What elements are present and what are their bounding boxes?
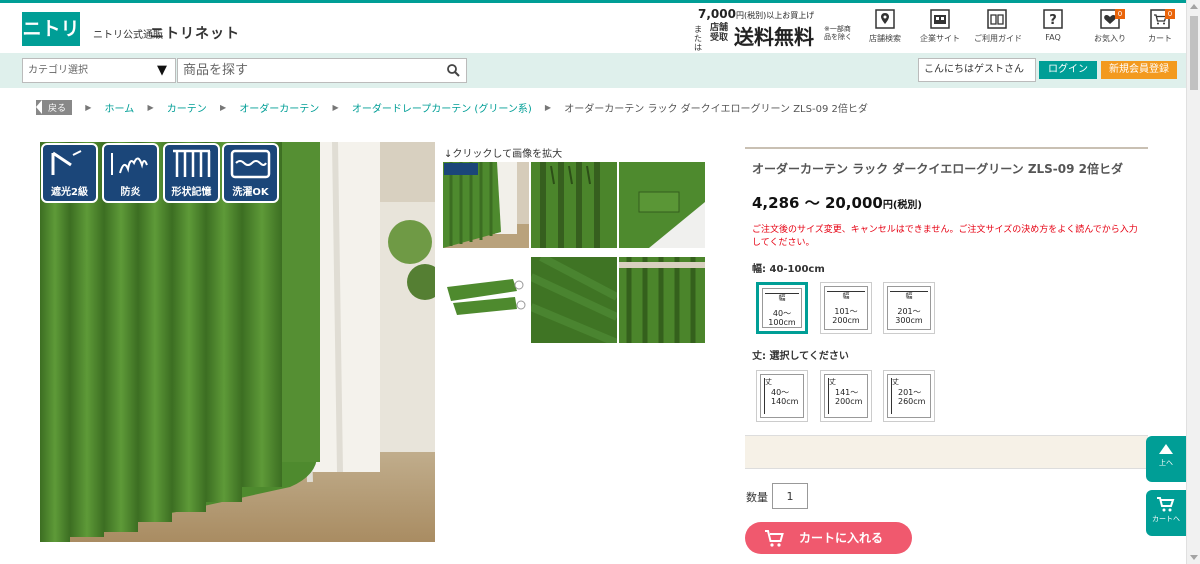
dropdown-arrow-icon: ▼ bbox=[157, 63, 167, 78]
length-option-141-200[interactable]: 丈 141～ 200cm bbox=[820, 370, 872, 422]
chevron-right-icon: ▶ bbox=[85, 103, 92, 112]
thumbnail-4[interactable] bbox=[443, 257, 529, 343]
chevron-right-icon: ▶ bbox=[147, 103, 154, 112]
product-price: 4,286 ～ 20,000円(税別) bbox=[752, 194, 922, 212]
thumbnail-2[interactable] bbox=[531, 162, 617, 248]
width-head: 幅 bbox=[890, 291, 928, 300]
search-input[interactable] bbox=[178, 59, 428, 82]
blackout-level2-icon: 遮光2級 bbox=[41, 143, 98, 203]
category-select[interactable]: カテゴリ選択 ▼ bbox=[22, 58, 176, 83]
guest-greeting: こんにちはゲストさん bbox=[918, 58, 1036, 82]
quantity-box bbox=[772, 483, 808, 509]
header-store-search[interactable]: 店舗検索 bbox=[862, 9, 908, 49]
width-option-101-200[interactable]: 幅 101～ 200cm bbox=[820, 282, 872, 334]
width-head: 幅 bbox=[765, 293, 799, 302]
length-option-201-260[interactable]: 丈 201～ 260cm bbox=[883, 370, 935, 422]
shape-memory-icon: 形状記憶 bbox=[163, 143, 220, 203]
promo-amount: 7,000円(税別)以上お買上げ bbox=[698, 7, 815, 21]
store-search-icon bbox=[875, 9, 895, 29]
header-faq[interactable]: ? FAQ bbox=[1030, 9, 1076, 49]
thumbnail-1[interactable] bbox=[443, 162, 529, 248]
faq-icon: ? bbox=[1043, 9, 1063, 29]
order-notice: ご注文後のサイズ変更、キャンセルはできません。ご注文サイズの決め方をよく読んでか… bbox=[752, 225, 1138, 248]
header-icon-label: ご利用ガイド bbox=[974, 34, 1022, 43]
feature-label: 形状記憶 bbox=[171, 187, 212, 198]
promo-free-shipping: 送料無料 bbox=[734, 25, 814, 49]
cart-icon bbox=[1157, 497, 1175, 512]
feature-label: 遮光2級 bbox=[51, 187, 88, 198]
width-head: 幅 bbox=[827, 291, 865, 300]
search-icon[interactable] bbox=[446, 63, 460, 77]
search-box bbox=[177, 58, 467, 83]
scroll-down-arrow-icon[interactable] bbox=[1190, 555, 1198, 560]
feature-label: 洗濯OK bbox=[232, 187, 269, 198]
width-option-201-300[interactable]: 幅 201～ 300cm bbox=[883, 282, 935, 334]
scrollbar-thumb[interactable] bbox=[1190, 16, 1198, 90]
width-option-label: 幅: 40-100cm bbox=[752, 264, 825, 275]
breadcrumb-drape-green[interactable]: オーダードレープカーテン (グリーン系) bbox=[352, 100, 532, 115]
thumbnails-hint: ↓クリックして画像を拡大 bbox=[444, 149, 563, 160]
login-button[interactable]: ログイン bbox=[1039, 61, 1097, 79]
scroll-up-arrow-icon[interactable] bbox=[1190, 4, 1198, 9]
scroll-top-button[interactable]: 上へ bbox=[1146, 436, 1186, 482]
thumbnail-6[interactable] bbox=[619, 257, 705, 343]
breadcrumb-curtain[interactable]: カーテン bbox=[167, 100, 207, 115]
site-name[interactable]: ニトリネット bbox=[150, 23, 240, 43]
breadcrumb-current: オーダーカーテン ラック ダークイエローグリーン ZLS-09 2倍ヒダ bbox=[564, 104, 868, 115]
breadcrumb-home[interactable]: ホーム bbox=[105, 100, 135, 115]
chevron-right-icon: ▶ bbox=[219, 103, 227, 112]
go-to-cart-label: カートへ bbox=[1152, 515, 1180, 523]
feature-label: 防炎 bbox=[120, 187, 141, 198]
arrow-up-icon bbox=[1159, 444, 1173, 454]
promo-note: ※一部商品を除く bbox=[824, 25, 852, 41]
quantity-label: 数量 bbox=[746, 491, 768, 504]
guide-icon bbox=[987, 9, 1007, 29]
width-option-40-100[interactable]: 幅 40～ 100cm bbox=[756, 282, 808, 334]
page: ニトリ ニトリ公式通販 ニトリネット 7,000円(税別)以上お買上げ または … bbox=[0, 0, 1200, 564]
header-icon-label: 店舗検索 bbox=[869, 34, 901, 43]
free-shipping-banner[interactable]: 7,000円(税別)以上お買上げ または 店舗受取 送料無料 ※一部商品を除く bbox=[694, 7, 860, 52]
product-title: オーダーカーテン ラック ダークイエローグリーン ZLS-09 2倍ヒダ bbox=[752, 162, 1124, 176]
info-divider bbox=[745, 147, 1148, 149]
cart-icon bbox=[765, 530, 784, 547]
length-option-40-140[interactable]: 丈 40～ 140cm bbox=[756, 370, 808, 422]
search-bar: カテゴリ選択 ▼ こんにちはゲストさん ログイン 新規会員登録 bbox=[0, 53, 1186, 88]
washable-icon: 洗濯OK bbox=[222, 143, 279, 203]
flame-retardant-icon: 防炎 bbox=[102, 143, 159, 203]
breadcrumb: 戻る ▶ ホーム ▶ カーテン ▶ オーダーカーテン ▶ オーダードレープカーテ… bbox=[36, 100, 868, 116]
thumbnail-3[interactable] bbox=[619, 162, 705, 248]
thumbnail-5[interactable] bbox=[531, 257, 617, 343]
back-button[interactable]: 戻る bbox=[36, 100, 73, 115]
scroll-top-label: 上へ bbox=[1159, 459, 1173, 467]
header-icon-label: カート bbox=[1148, 34, 1172, 43]
register-button[interactable]: 新規会員登録 bbox=[1101, 61, 1177, 79]
quantity-input[interactable] bbox=[773, 484, 807, 508]
header-cart[interactable]: 0 カート bbox=[1137, 9, 1183, 49]
length-option-label: 丈: 選択してください bbox=[752, 351, 849, 362]
favorite-count-badge: 0 bbox=[1115, 9, 1125, 19]
header-icon-label: FAQ bbox=[1045, 33, 1061, 42]
breadcrumb-order-curtain[interactable]: オーダーカーテン bbox=[239, 100, 319, 115]
header-icon-label: お気入り bbox=[1094, 34, 1126, 43]
company-site-icon bbox=[930, 9, 950, 29]
chevron-right-icon: ▶ bbox=[544, 103, 552, 112]
header-company-site[interactable]: 企業サイト bbox=[917, 9, 963, 49]
promo-store-pickup: 店舗受取 bbox=[710, 23, 729, 43]
add-to-cart-button[interactable]: カートに入れる bbox=[745, 522, 912, 554]
page-scrollbar[interactable] bbox=[1186, 0, 1200, 564]
header-guide[interactable]: ご利用ガイド bbox=[974, 9, 1022, 49]
chevron-right-icon: ▶ bbox=[332, 103, 339, 112]
category-select-label: カテゴリ選択 bbox=[28, 65, 88, 76]
add-to-cart-label: カートに入れる bbox=[799, 531, 884, 545]
cart-count-badge: 0 bbox=[1165, 9, 1175, 19]
site-header: ニトリ ニトリ公式通販 ニトリネット 7,000円(税別)以上お買上げ または … bbox=[0, 3, 1186, 53]
selection-summary-box bbox=[745, 435, 1148, 469]
svg-text:?: ? bbox=[1049, 13, 1057, 28]
nitori-logo[interactable]: ニトリ bbox=[22, 12, 80, 46]
promo-or: または bbox=[694, 25, 702, 52]
go-to-cart-button[interactable]: カートへ bbox=[1146, 490, 1186, 536]
header-favorite[interactable]: 0 お気入り bbox=[1087, 9, 1133, 49]
header-icon-label: 企業サイト bbox=[920, 34, 960, 43]
